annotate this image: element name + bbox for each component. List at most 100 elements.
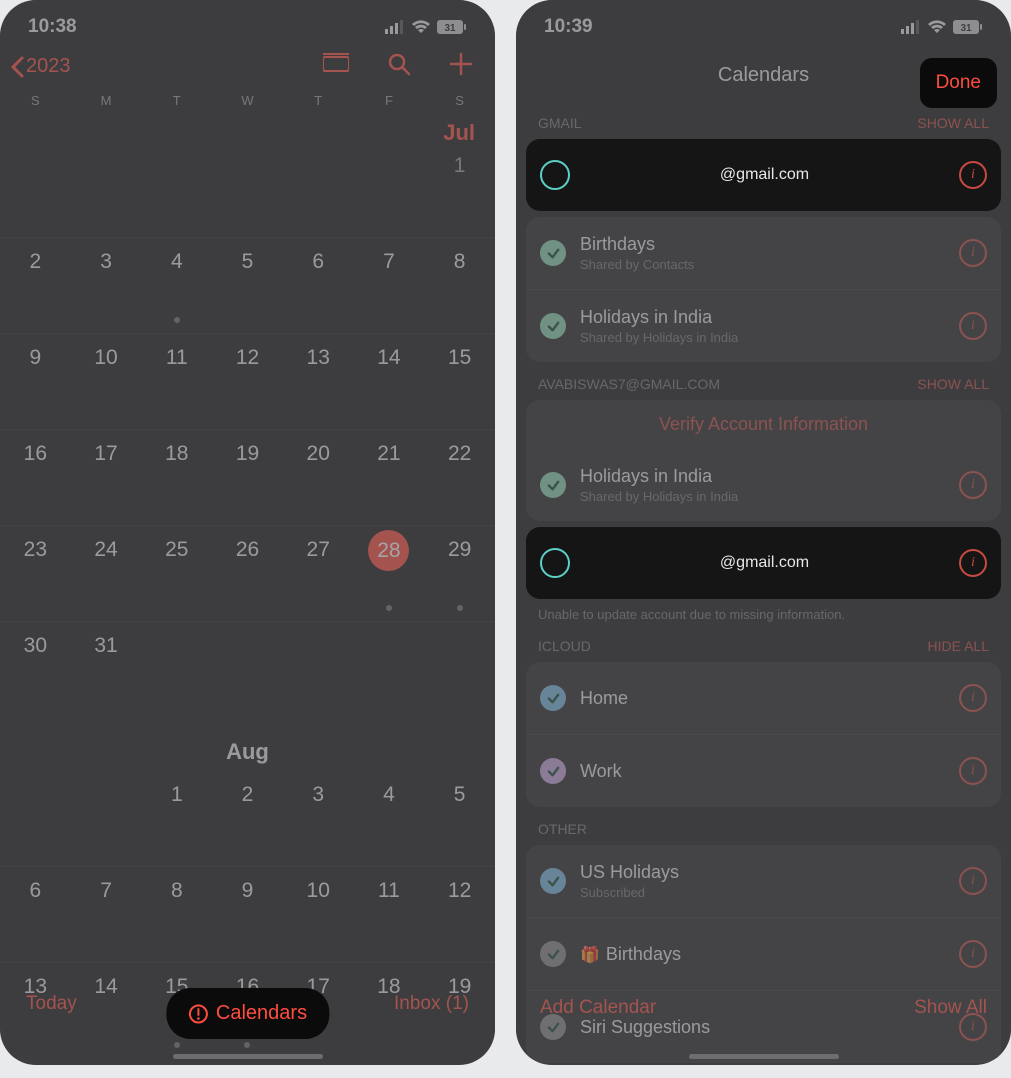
add-event-icon[interactable] [449, 52, 473, 81]
day-cell[interactable]: 10 [283, 867, 354, 962]
info-icon[interactable]: i [959, 471, 987, 499]
day-cell[interactable]: 3 [71, 238, 142, 333]
day-cell[interactable]: 1 [141, 771, 212, 866]
day-cell[interactable] [212, 622, 283, 717]
day-cell[interactable]: 27 [283, 526, 354, 621]
day-cell[interactable]: 30 [0, 622, 71, 717]
day-cell[interactable] [141, 142, 212, 237]
day-cell[interactable]: 8 [141, 867, 212, 962]
done-button[interactable]: Done [920, 58, 997, 108]
day-cell[interactable]: 11 [354, 867, 425, 962]
show-all-gmail[interactable]: SHOW ALL [917, 115, 989, 131]
day-cell[interactable]: 16 [0, 430, 71, 525]
show-all-button[interactable]: Show All [914, 997, 987, 1019]
day-cell[interactable] [0, 771, 71, 866]
day-cell[interactable] [424, 622, 495, 717]
day-cell[interactable]: 9 [212, 867, 283, 962]
day-cell[interactable]: 10 [71, 334, 142, 429]
add-calendar-button[interactable]: Add Calendar [540, 997, 656, 1019]
info-icon[interactable]: i [959, 867, 987, 895]
checked-icon[interactable] [540, 240, 566, 266]
day-cell[interactable]: 11 [141, 334, 212, 429]
unchecked-ring-icon[interactable] [540, 548, 570, 578]
day-cell[interactable]: 7 [71, 867, 142, 962]
checked-icon[interactable] [540, 868, 566, 894]
day-cell[interactable]: 13 [283, 334, 354, 429]
day-cell[interactable]: 19 [212, 430, 283, 525]
checked-icon[interactable] [540, 758, 566, 784]
calendar-row[interactable]: BirthdaysShared by Contactsi [526, 217, 1001, 289]
day-cell[interactable] [141, 622, 212, 717]
verify-account-button[interactable]: Verify Account Information [526, 400, 1001, 449]
day-cell[interactable] [71, 142, 142, 237]
calendar-row[interactable]: Homei [526, 662, 1001, 734]
day-cell[interactable]: 8 [424, 238, 495, 333]
gmail-account-row[interactable]: @gmail.com i [526, 139, 1001, 211]
info-icon[interactable]: i [959, 312, 987, 340]
ava-account-row[interactable]: @gmail.com i [526, 527, 1001, 599]
day-cell[interactable]: 20 [283, 430, 354, 525]
day-cell[interactable]: 7 [354, 238, 425, 333]
calendars-button[interactable]: Calendars [166, 988, 329, 1039]
day-cell[interactable] [283, 622, 354, 717]
day-cell[interactable]: 17 [71, 430, 142, 525]
day-cell[interactable]: 5 [212, 238, 283, 333]
day-cell[interactable]: 24 [71, 526, 142, 621]
day-cell[interactable]: 6 [283, 238, 354, 333]
day-cell[interactable]: 29 [424, 526, 495, 621]
unchecked-ring-icon[interactable] [540, 160, 570, 190]
day-cell[interactable]: 3 [283, 771, 354, 866]
search-icon[interactable] [387, 52, 411, 81]
day-cell[interactable]: 22 [424, 430, 495, 525]
day-cell[interactable]: 14 [354, 334, 425, 429]
day-cell[interactable]: 6 [0, 867, 71, 962]
day-cell[interactable]: 21 [354, 430, 425, 525]
info-icon[interactable]: i [959, 940, 987, 968]
home-indicator[interactable] [173, 1054, 323, 1059]
day-cell[interactable]: 4 [354, 771, 425, 866]
home-indicator[interactable] [689, 1054, 839, 1059]
calendar-row[interactable]: Holidays in IndiaShared by Holidays in I… [526, 449, 1001, 521]
weekday-header: S M T W T F S [0, 87, 495, 112]
day-cell[interactable] [212, 142, 283, 237]
info-icon[interactable]: i [959, 684, 987, 712]
info-icon[interactable]: i [959, 239, 987, 267]
day-cell[interactable] [0, 142, 71, 237]
day-cell[interactable] [354, 142, 425, 237]
checked-icon[interactable] [540, 685, 566, 711]
today-button[interactable]: Today [26, 993, 77, 1015]
day-cell[interactable]: 26 [212, 526, 283, 621]
day-cell[interactable]: 9 [0, 334, 71, 429]
day-cell[interactable]: 18 [141, 430, 212, 525]
inbox-button[interactable]: Inbox (1) [394, 993, 469, 1015]
day-cell[interactable]: 2 [212, 771, 283, 866]
info-icon[interactable]: i [959, 161, 987, 189]
month-label-aug[interactable]: Aug [0, 739, 495, 765]
day-cell[interactable] [354, 622, 425, 717]
day-cell[interactable]: 28 [354, 526, 425, 621]
calendar-row[interactable]: Worki [526, 734, 1001, 807]
day-cell[interactable]: 2 [0, 238, 71, 333]
calendar-row[interactable]: US HolidaysSubscribedi [526, 845, 1001, 917]
day-cell[interactable] [283, 142, 354, 237]
info-icon[interactable]: i [959, 757, 987, 785]
calendar-row[interactable]: Holidays in IndiaShared by Holidays in I… [526, 289, 1001, 362]
back-to-year-button[interactable]: 2023 [10, 55, 71, 78]
day-cell[interactable]: 25 [141, 526, 212, 621]
checked-icon[interactable] [540, 941, 566, 967]
info-icon[interactable]: i [959, 549, 987, 577]
hide-all-icloud[interactable]: HIDE ALL [928, 638, 989, 654]
checked-icon[interactable] [540, 472, 566, 498]
day-cell[interactable]: 12 [212, 334, 283, 429]
day-cell[interactable]: 12 [424, 867, 495, 962]
checked-icon[interactable] [540, 313, 566, 339]
day-cell[interactable]: 15 [424, 334, 495, 429]
day-cell[interactable]: 31 [71, 622, 142, 717]
day-cell[interactable]: 1 [424, 142, 495, 237]
day-cell[interactable]: 5 [424, 771, 495, 866]
show-all-ava[interactable]: SHOW ALL [917, 376, 989, 392]
list-view-icon[interactable] [323, 53, 349, 80]
day-cell[interactable] [71, 771, 142, 866]
day-cell[interactable]: 4 [141, 238, 212, 333]
day-cell[interactable]: 23 [0, 526, 71, 621]
